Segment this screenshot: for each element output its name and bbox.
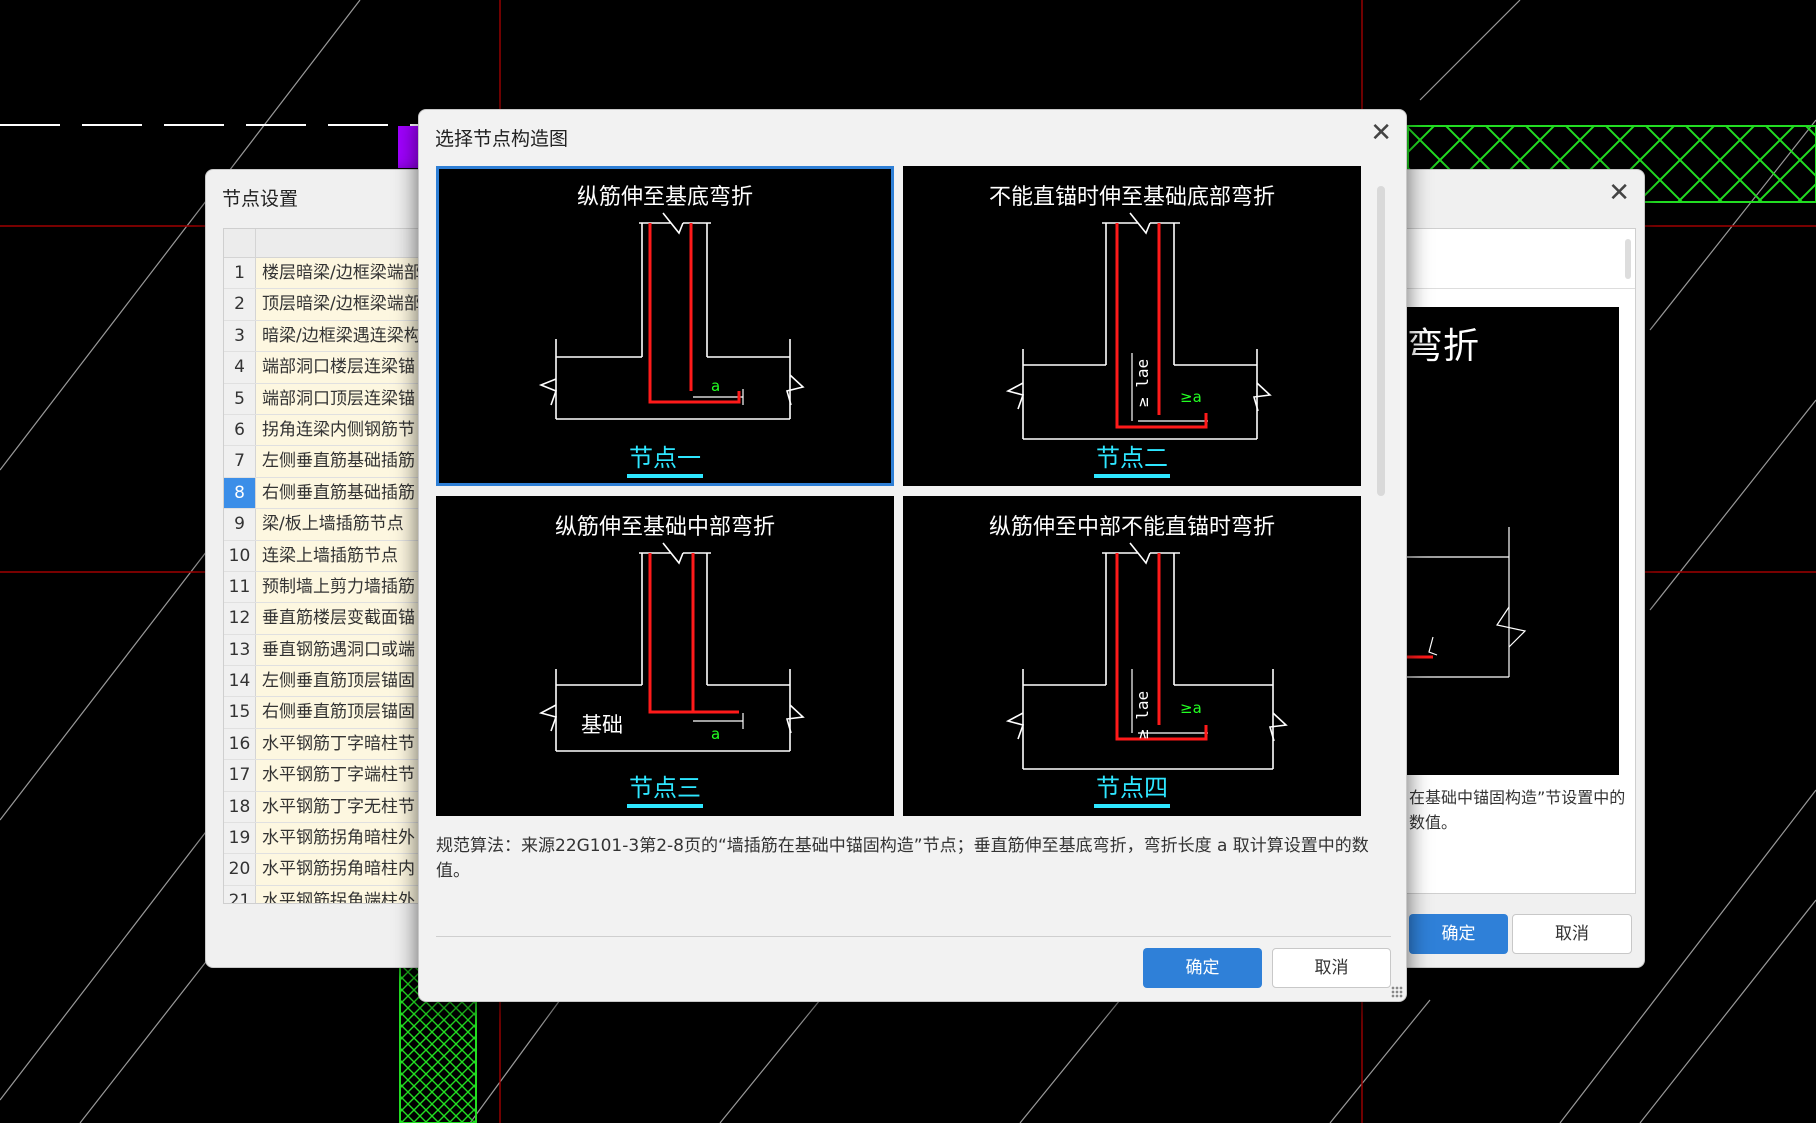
row-number: 13	[224, 634, 256, 666]
algorithm-description: 规范算法：来源22G101-3第2-8页的“墙插筋在基础中锚固构造”节点；垂直筋…	[436, 836, 1369, 881]
ok-button[interactable]: 确定	[1143, 948, 1262, 988]
row-number: 8	[224, 477, 256, 509]
node-preview-panel: 弯折 在基础中锚固构造”节设置中的数值。	[1406, 228, 1636, 894]
preview-description: 在基础中锚固构造”节设置中的数值。	[1409, 788, 1626, 832]
node-diagram-grid: a 纵筋伸至基底弯折 节点一 ≥a ≥ lae 不能直锚时伸至基础底部弯折 节点…	[436, 166, 1373, 816]
row-number: 4	[224, 352, 256, 383]
row-number: 20	[224, 854, 256, 885]
row-number: 14	[224, 666, 256, 697]
node-1-title: 纵筋伸至基底弯折	[576, 185, 753, 210]
dim-lae-text: ≥ lae	[1133, 691, 1152, 739]
dialog-title: 选择节点构造图	[435, 128, 569, 150]
node-3-title: 纵筋伸至基础中部弯折	[554, 515, 775, 540]
dim-ge-a-text: ≥a	[1180, 388, 1202, 406]
preview-title-text: 弯折	[1407, 326, 1480, 367]
resize-grip-icon[interactable]	[1391, 986, 1403, 998]
preview-drawing	[1407, 527, 1527, 678]
row-number: 10	[224, 540, 256, 571]
node-option-2[interactable]: ≥a ≥ lae 不能直锚时伸至基础底部弯折 节点二	[903, 166, 1361, 486]
row-number: 12	[224, 603, 256, 634]
dim-a-text: a	[711, 377, 720, 395]
row-number: 18	[224, 791, 256, 823]
dim-lae-text: ≥ lae	[1133, 359, 1152, 407]
dim-a-text: a	[711, 725, 720, 743]
node-settings-title: 节点设置	[222, 188, 299, 210]
node-2-label[interactable]: 节点二	[906, 438, 1358, 478]
node-option-4[interactable]: ≥a ≥ lae 纵筋伸至中部不能直锚时弯折 节点四	[903, 496, 1361, 816]
row-number: 9	[224, 509, 256, 540]
row-number: 21	[224, 885, 256, 903]
node-1-label[interactable]: 节点一	[439, 438, 891, 478]
row-number: 2	[224, 289, 256, 320]
node-2-title: 不能直锚时伸至基础底部弯折	[988, 185, 1275, 210]
back-cancel-button[interactable]: 取消	[1512, 914, 1632, 954]
node-4-label[interactable]: 节点四	[906, 768, 1358, 808]
row-number: 16	[224, 728, 256, 760]
preview-scroll-area[interactable]	[1407, 229, 1635, 289]
select-node-diagram-dialog: 选择节点构造图 ✕ a 纵筋伸至基底弯折 节点一 ≥a ≥ lae 不能直锚时伸…	[418, 109, 1407, 1002]
node-option-3[interactable]: a 基础 纵筋伸至基础中部弯折 节点三	[436, 496, 894, 816]
cancel-button[interactable]: 取消	[1272, 948, 1391, 988]
close-icon[interactable]: ✕	[1370, 120, 1392, 146]
vertical-scrollbar[interactable]	[1377, 186, 1385, 496]
node-3-label[interactable]: 节点三	[439, 768, 891, 808]
row-number: 1	[224, 258, 256, 289]
dim-ge-a-text: ≥a	[1180, 699, 1202, 717]
row-number: 11	[224, 571, 256, 603]
node-preview-image: 弯折	[1407, 307, 1619, 775]
row-number: 19	[224, 823, 256, 854]
foundation-annotation: 基础	[581, 713, 623, 737]
node-4-title: 纵筋伸至中部不能直锚时弯折	[988, 515, 1275, 540]
row-number: 17	[224, 760, 256, 791]
row-number: 5	[224, 383, 256, 414]
row-number: 3	[224, 320, 256, 352]
row-number: 15	[224, 697, 256, 728]
row-number: 7	[224, 446, 256, 477]
node-option-1[interactable]: a 纵筋伸至基底弯折 节点一	[436, 166, 894, 486]
row-number: 6	[224, 414, 256, 446]
divider	[436, 936, 1391, 937]
back-ok-button[interactable]: 确定	[1409, 914, 1508, 954]
close-icon[interactable]: ✕	[1608, 180, 1630, 206]
